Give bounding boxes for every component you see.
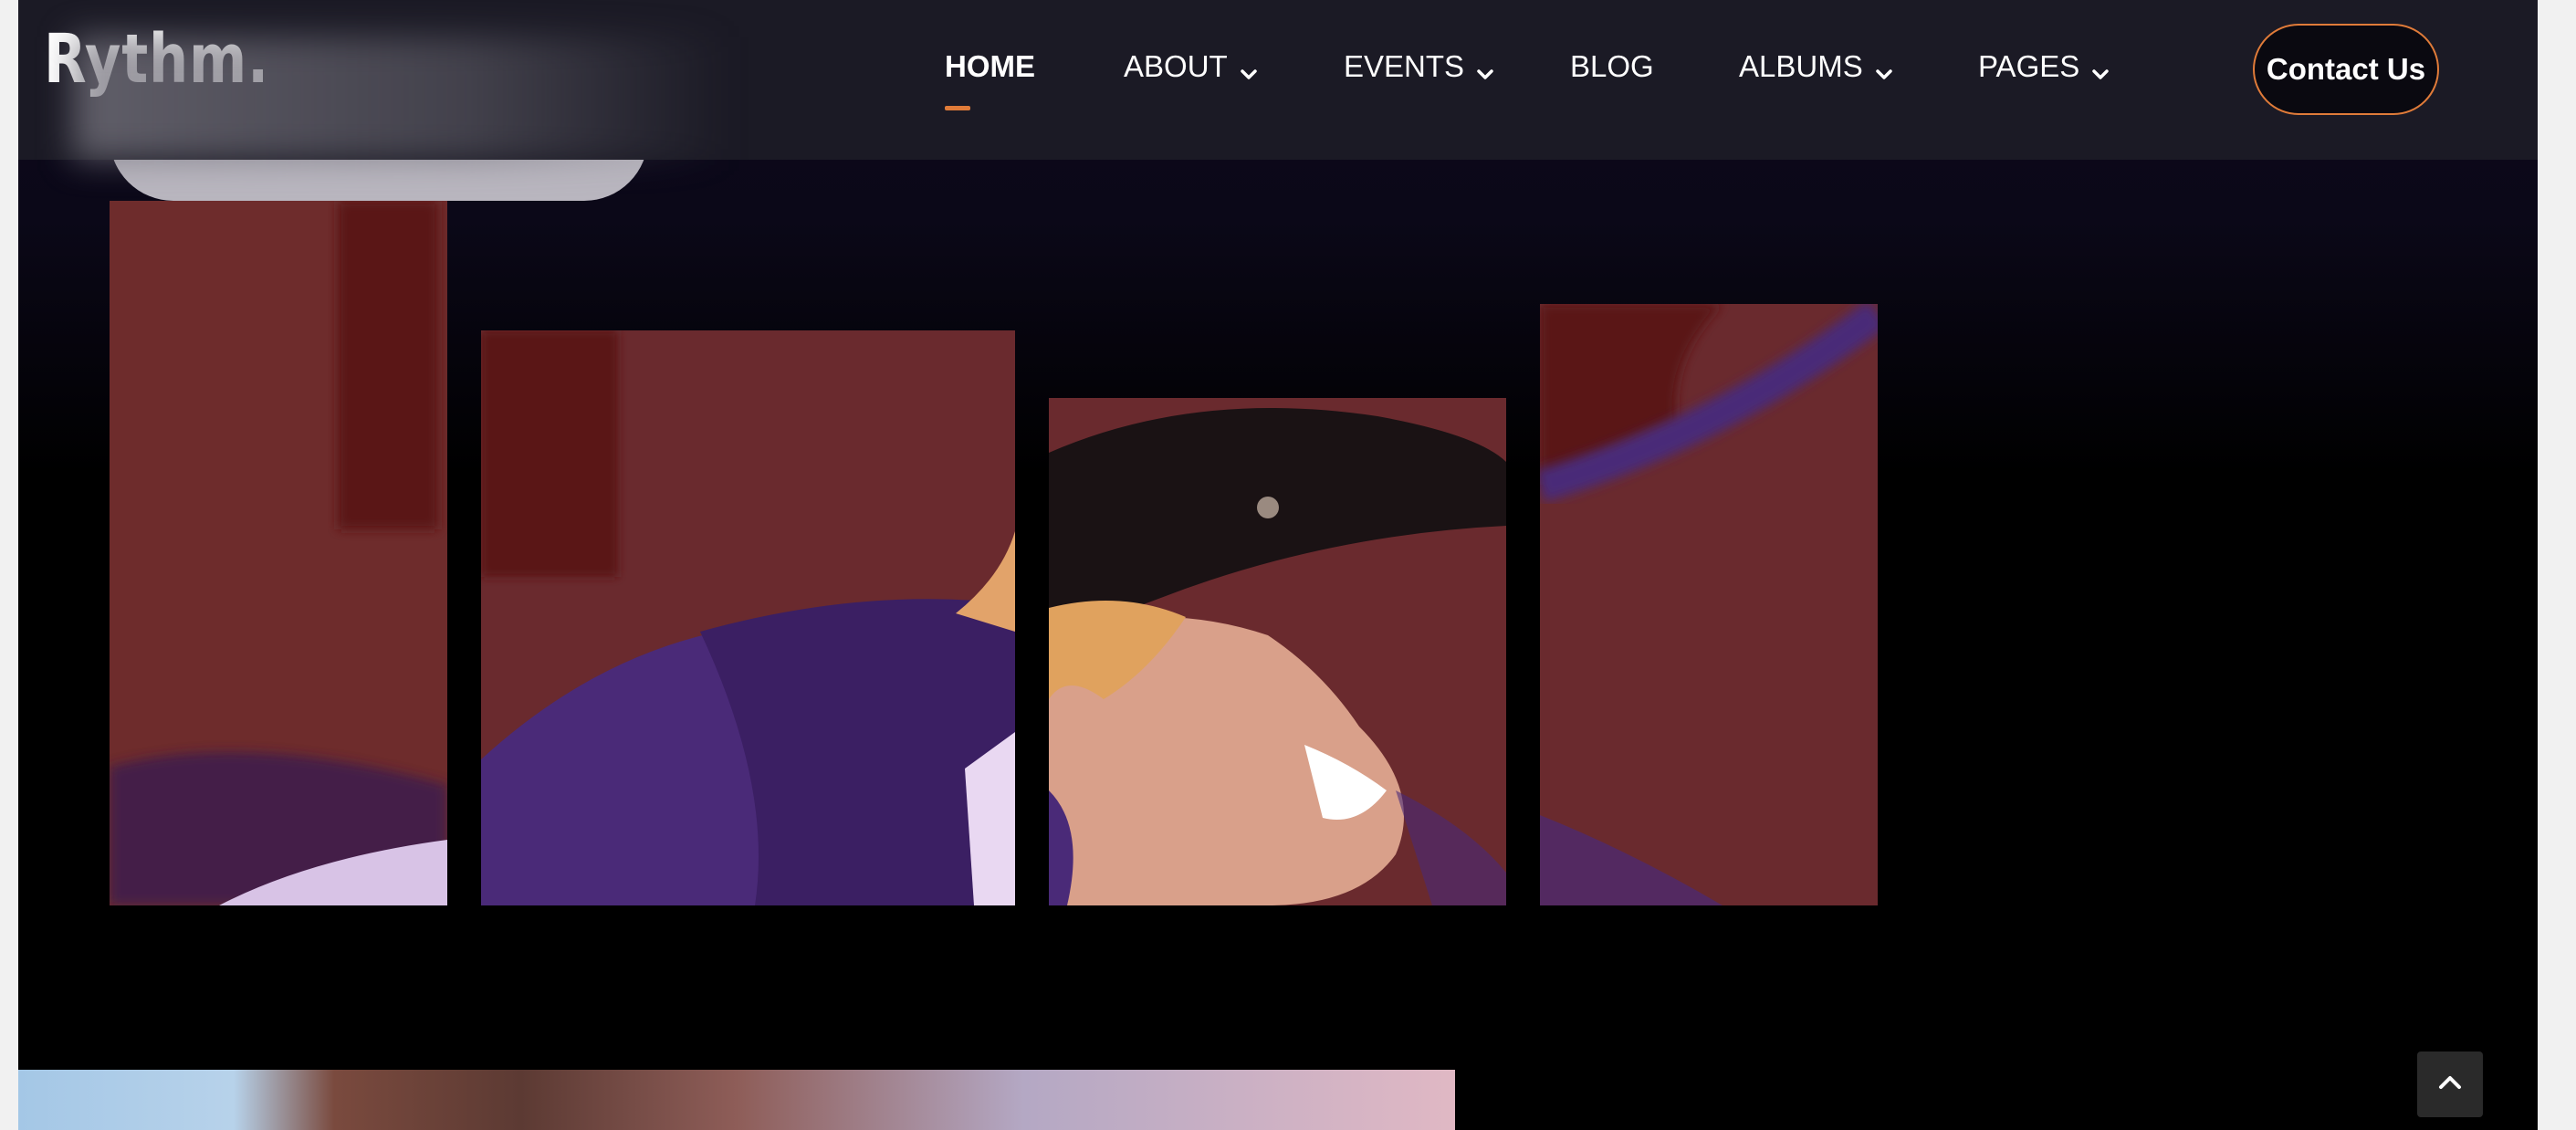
hero-image-panel-2 xyxy=(481,330,1015,905)
nav-item-about[interactable]: ABOUT xyxy=(1124,49,1259,84)
nav-item-blog[interactable]: BLOG xyxy=(1570,49,1654,84)
nav-item-label: PAGES xyxy=(1978,49,2080,83)
hero-image-panel-4 xyxy=(1540,304,1878,905)
page-frame: Rythm. HOME ABOUT EVENTS BLOG xyxy=(18,0,2538,1130)
hero-image-panel-3 xyxy=(1049,398,1506,905)
hero-image-panel-1 xyxy=(110,201,447,905)
chevron-down-icon xyxy=(1874,57,1894,79)
nav-item-label: HOME xyxy=(945,49,1035,83)
nav-item-label: EVENTS xyxy=(1344,49,1465,83)
chevron-down-icon xyxy=(2090,57,2110,79)
nav-item-label: ALBUMS xyxy=(1739,49,1863,83)
nav-item-label: BLOG xyxy=(1570,49,1654,83)
scroll-to-top-button[interactable] xyxy=(2417,1052,2483,1117)
contact-us-button[interactable]: Contact Us xyxy=(2253,24,2439,115)
chevron-down-icon xyxy=(1239,57,1259,79)
chevron-down-icon xyxy=(1475,57,1495,79)
secondary-hero-image xyxy=(18,1070,1455,1130)
nav-item-label: ABOUT xyxy=(1124,49,1228,83)
nav-item-albums[interactable]: ALBUMS xyxy=(1739,49,1894,84)
blurred-header-overlay xyxy=(73,37,730,160)
nav-item-events[interactable]: EVENTS xyxy=(1344,49,1495,84)
active-indicator xyxy=(945,106,970,110)
nav-item-pages[interactable]: PAGES xyxy=(1978,49,2110,84)
chevron-up-icon xyxy=(2436,1069,2464,1100)
nav-item-home[interactable]: HOME xyxy=(945,49,1035,110)
